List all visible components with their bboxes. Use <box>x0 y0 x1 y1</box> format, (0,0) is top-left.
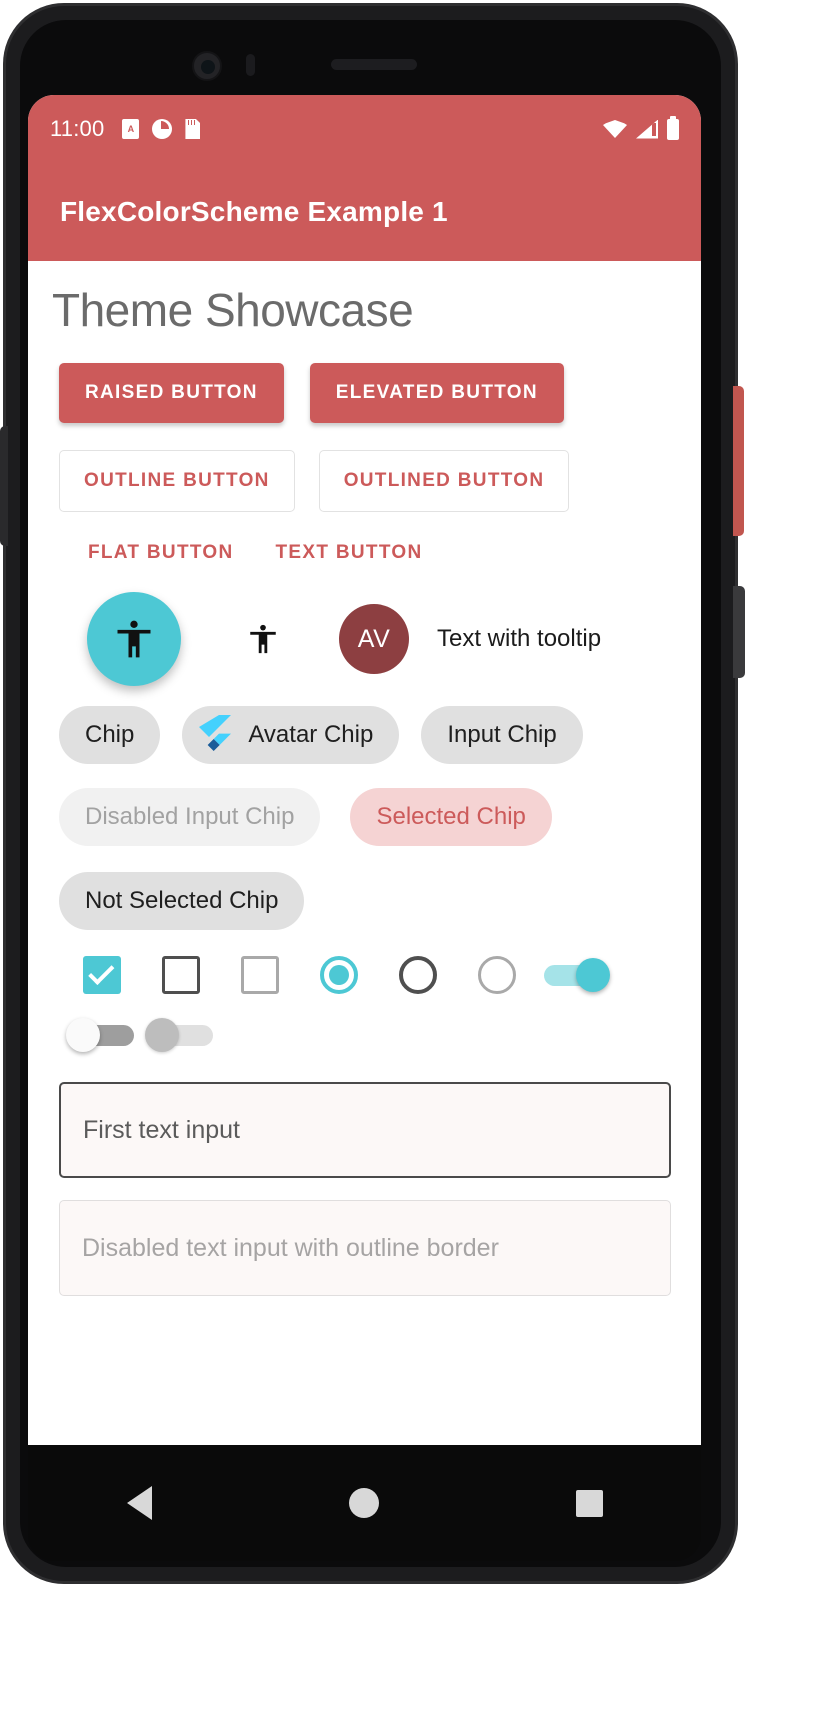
switch-disabled <box>144 1016 217 1054</box>
flutter-logo-icon <box>199 715 232 751</box>
slot-radio-unselected <box>378 956 457 994</box>
switch-thumb <box>575 958 610 992</box>
recents-icon[interactable] <box>575 1489 603 1517</box>
switch-off[interactable] <box>65 1016 138 1054</box>
slot-radio-disabled <box>457 956 536 994</box>
earpiece-speaker <box>331 59 417 70</box>
slot-switch-disabled <box>141 1016 220 1054</box>
chip-disabled-input: Disabled Input Chip <box>59 788 321 846</box>
slot-checkbox-unchecked <box>141 956 220 994</box>
proximity-sensor <box>246 54 255 76</box>
slot-radio-selected <box>299 956 378 994</box>
app-bar-title: FlexColorScheme Example 1 <box>60 196 448 227</box>
row-chips-1: Chip Avatar Chip Input Chip <box>28 706 701 764</box>
chip-input[interactable]: Input Chip <box>421 706 583 764</box>
row-chips-3: Not Selected Chip <box>28 872 701 930</box>
status-time: 11:00 <box>50 116 105 141</box>
disabled-text-input: Disabled text input with outline border <box>59 1200 671 1296</box>
outline-button[interactable]: OUTLINE BUTTON <box>59 450 295 512</box>
text-button[interactable]: TEXT BUTTON <box>272 536 427 570</box>
back-icon[interactable] <box>126 1486 152 1520</box>
first-text-input[interactable]: First text input <box>59 1082 671 1178</box>
tooltip-label[interactable]: Text with tooltip <box>437 625 601 653</box>
row-text-field-1: First text input <box>28 1082 701 1178</box>
chip-avatar[interactable]: Avatar Chip <box>182 706 400 764</box>
app-bar: FlexColorScheme Example 1 <box>28 163 701 261</box>
slot-switch-off <box>62 1016 141 1054</box>
phone-volume-button[interactable] <box>733 386 744 536</box>
raised-button[interactable]: RAISED BUTTON <box>59 363 284 423</box>
alarm-card-icon: A <box>122 119 140 139</box>
battery-icon <box>667 115 679 140</box>
row-fab-avatar: AV Text with tooltip <box>28 592 701 686</box>
avatar: AV <box>339 604 409 674</box>
do-not-disturb-icon <box>152 119 173 139</box>
wifi-icon <box>603 120 627 138</box>
chip-selected[interactable]: Selected Chip <box>350 788 552 846</box>
switch-thumb <box>65 1018 100 1052</box>
front-camera <box>192 51 222 81</box>
row-outlined-buttons: OUTLINE BUTTON OUTLINED BUTTON <box>28 450 701 512</box>
home-icon[interactable] <box>348 1488 379 1518</box>
status-bar: 11:00 A <box>28 95 701 163</box>
status-right-icons <box>603 115 679 140</box>
checkbox-checked[interactable] <box>82 956 121 994</box>
slot-checkbox-checked <box>62 956 141 994</box>
accessibility-icon <box>117 620 151 658</box>
row-text-field-2: Disabled text input with outline border <box>28 1200 701 1296</box>
chip-not-selected[interactable]: Not Selected Chip <box>59 872 305 930</box>
row-switches <box>28 1016 701 1054</box>
page-title: Theme Showcase <box>52 284 414 336</box>
row-chips-2: Disabled Input Chip Selected Chip <box>28 788 701 846</box>
accessibility-icon <box>250 624 276 654</box>
radio-disabled <box>477 956 516 994</box>
phone-left-button[interactable] <box>0 426 8 546</box>
row-filled-buttons: RAISED BUTTON ELEVATED BUTTON <box>28 363 701 423</box>
cellular-signal-icon <box>636 119 658 139</box>
elevated-button[interactable]: ELEVATED BUTTON <box>309 363 564 423</box>
slot-checkbox-disabled <box>220 956 299 994</box>
checkbox-disabled <box>240 956 279 994</box>
switch-on[interactable] <box>540 956 612 994</box>
radio-selected[interactable] <box>319 956 358 994</box>
phone-power-button[interactable] <box>733 586 745 678</box>
sdcard-icon <box>185 119 201 139</box>
status-left-icons: A <box>122 119 201 139</box>
flat-button[interactable]: FLAT BUTTON <box>84 536 238 570</box>
icon-button-accessibility[interactable] <box>239 615 287 663</box>
chip-plain[interactable]: Chip <box>59 706 161 764</box>
phone-screen: 11:00 A FlexColorScheme Example 1 Theme … <box>28 95 701 1445</box>
chip-avatar-label: Avatar Chip <box>248 721 374 748</box>
checkbox-unchecked[interactable] <box>161 956 200 994</box>
content-area: Theme Showcase RAISED BUTTON ELEVATED BU… <box>28 261 701 1296</box>
radio-unselected[interactable] <box>398 956 437 994</box>
check-icon <box>87 958 114 985</box>
switch-thumb <box>144 1018 179 1052</box>
row-toggle-controls <box>28 956 701 994</box>
row-text-buttons: FLAT BUTTON TEXT BUTTON <box>28 536 701 570</box>
slot-switch-on <box>536 956 615 994</box>
outlined-button[interactable]: OUTLINED BUTTON <box>318 450 570 512</box>
floating-action-button[interactable] <box>87 592 181 686</box>
screenshot-root: 11:00 A FlexColorScheme Example 1 Theme … <box>0 0 815 1729</box>
system-nav-bar <box>28 1445 701 1561</box>
